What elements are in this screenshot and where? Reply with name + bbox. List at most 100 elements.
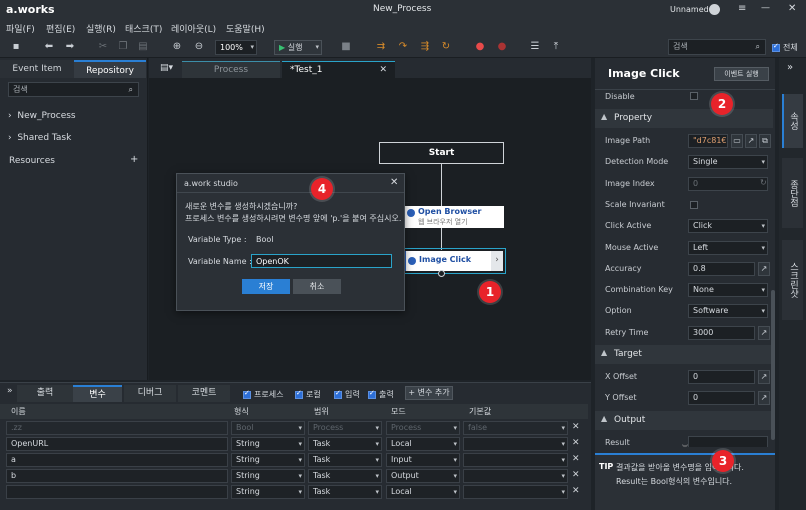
tab-test-1[interactable]: *Test_1 ✕: [282, 61, 395, 78]
dialog-close-icon[interactable]: ✕: [390, 177, 398, 188]
variable-scope-cell[interactable]: Process ▾: [308, 421, 382, 435]
undo-icon[interactable]: ⬅: [43, 41, 55, 53]
app-menu-icon[interactable]: ≡: [738, 3, 746, 14]
close-window-icon[interactable]: ✕: [788, 3, 796, 14]
minimize-icon[interactable]: —: [761, 3, 770, 13]
variable-name-cell[interactable]: OpenURL: [6, 437, 228, 451]
paste-icon[interactable]: ▤: [137, 41, 149, 53]
variable-name-cell[interactable]: [6, 485, 228, 499]
variable-scope-cell[interactable]: Task ▾: [308, 437, 382, 451]
prop-value-input[interactable]: Single ▾: [688, 155, 768, 170]
delete-variable-icon[interactable]: ✕: [572, 438, 580, 448]
properties-scrollbar[interactable]: [771, 290, 775, 440]
variable-default-cell[interactable]: ▾: [463, 469, 568, 483]
menu-task[interactable]: 태스크(T): [125, 22, 162, 35]
variable-type-cell[interactable]: String ▾: [231, 469, 305, 483]
save-icon[interactable]: ▪: [10, 41, 22, 53]
prop-value-input[interactable]: Left ▾: [688, 240, 768, 255]
disable-checkbox[interactable]: [690, 92, 698, 100]
variable-default-cell[interactable]: false ▾: [463, 421, 568, 435]
user-name[interactable]: Unnamed: [670, 5, 709, 14]
variable-mode-cell[interactable]: Local ▾: [386, 485, 460, 499]
prop-value-input[interactable]: 0.8: [688, 261, 755, 276]
variable-link-icon[interactable]: ↗: [758, 391, 770, 405]
remove-breakpoint-icon[interactable]: ●: [496, 41, 508, 53]
variable-link-icon[interactable]: ↗: [758, 370, 770, 384]
variable-name-input[interactable]: OpenOK: [251, 254, 392, 268]
global-search-input[interactable]: 검색 ⌕: [668, 39, 766, 55]
side-tab-screenshot[interactable]: 스크린샷: [782, 240, 803, 320]
open-browser-node[interactable]: Open Browser 웹 브라우저 열기: [402, 206, 504, 228]
run-event-button[interactable]: 이벤트 실행: [714, 67, 769, 81]
step-out-icon[interactable]: ⇶: [419, 41, 431, 53]
variable-name-cell[interactable]: .zz: [6, 421, 228, 435]
filter-input[interactable]: 입력: [334, 389, 360, 400]
zoom-out-icon[interactable]: ⊖: [193, 41, 205, 53]
tree-item-shared-task[interactable]: › Shared Task: [8, 133, 71, 143]
zoom-in-icon[interactable]: ⊕: [171, 41, 183, 53]
menu-edit[interactable]: 편집(E): [46, 22, 75, 35]
cut-icon[interactable]: ✂: [97, 41, 109, 53]
resize-handle-icon[interactable]: ︾: [595, 446, 775, 452]
tab-event-item[interactable]: Event Item: [0, 60, 74, 78]
zoom-select[interactable]: 100% ▾: [215, 40, 257, 55]
tab-process[interactable]: Process: [182, 61, 280, 78]
variable-type-cell[interactable]: Bool ▾: [231, 421, 305, 435]
delete-variable-icon[interactable]: ✕: [572, 470, 580, 480]
copy-icon[interactable]: ❐: [117, 41, 129, 53]
variable-scope-cell[interactable]: Task ▾: [308, 485, 382, 499]
start-node[interactable]: Start: [379, 142, 504, 164]
section-output[interactable]: ▲ Output: [595, 411, 773, 430]
variable-scope-cell[interactable]: Task ▾: [308, 453, 382, 467]
variable-type-cell[interactable]: String ▾: [231, 485, 305, 499]
repository-search-input[interactable]: 검색 ⌕: [8, 82, 139, 97]
prop-value-input[interactable]: 0: [688, 176, 768, 191]
target-value-input[interactable]: 0: [688, 391, 755, 405]
align-icon[interactable]: ☰: [529, 41, 541, 53]
connection-port[interactable]: [438, 270, 445, 277]
prop-value-input[interactable]: "d7c81€: [688, 134, 728, 148]
prop-value-input[interactable]: Click ▾: [688, 219, 768, 234]
variable-default-cell[interactable]: ▾: [463, 437, 568, 451]
menu-run[interactable]: 실행(R): [86, 22, 116, 35]
tab-debug[interactable]: 디버그: [124, 385, 176, 402]
filter-local[interactable]: 로컬: [295, 389, 321, 400]
variable-scope-cell[interactable]: Task ▾: [308, 469, 382, 483]
delete-variable-icon[interactable]: ✕: [572, 454, 580, 464]
variable-type-cell[interactable]: String ▾: [231, 437, 305, 451]
delete-variable-icon[interactable]: ✕: [572, 486, 580, 496]
copy-path-icon[interactable]: ⧉: [759, 134, 771, 148]
variable-mode-cell[interactable]: Local ▾: [386, 437, 460, 451]
open-external-icon[interactable]: ↗: [745, 134, 757, 148]
menu-layout[interactable]: 레이아웃(L): [171, 22, 216, 35]
variable-default-cell[interactable]: ▾: [463, 485, 568, 499]
tab-comment[interactable]: 코멘트: [178, 385, 230, 402]
add-variable-button[interactable]: + 변수 추가: [405, 386, 453, 400]
variable-mode-cell[interactable]: Process ▾: [386, 421, 460, 435]
run-button[interactable]: ▶ 실행 ▾: [274, 40, 322, 55]
step-over-icon[interactable]: ⇉: [375, 41, 387, 53]
redo-icon[interactable]: ➡: [64, 41, 76, 53]
collapse-panel-icon[interactable]: »: [7, 386, 13, 396]
reset-icon[interactable]: ↻: [760, 178, 767, 187]
variable-type-cell[interactable]: String ▾: [231, 453, 305, 467]
variable-name-cell[interactable]: a: [6, 453, 228, 467]
menu-file[interactable]: 파일(F): [6, 22, 35, 35]
prop-checkbox[interactable]: [690, 200, 698, 209]
section-target[interactable]: ▲ Target: [595, 345, 773, 364]
variable-mode-cell[interactable]: Output ▾: [386, 469, 460, 483]
tab-output[interactable]: 출력: [17, 385, 73, 402]
expand-chevron-icon[interactable]: ›: [491, 251, 503, 271]
collapse-sidebar-icon[interactable]: »: [787, 62, 793, 73]
filter-output[interactable]: 출력: [368, 389, 394, 400]
cancel-button[interactable]: 취소: [293, 279, 341, 294]
tree-item-new-process[interactable]: › New_Process: [8, 111, 76, 121]
prop-value-input[interactable]: Software ▾: [688, 304, 768, 319]
user-avatar-icon[interactable]: [709, 4, 720, 15]
menu-help[interactable]: 도움말(H): [226, 22, 265, 35]
folder-icon[interactable]: ▭: [731, 134, 743, 148]
target-value-input[interactable]: 0: [688, 370, 755, 384]
side-tab-breakpoints[interactable]: 종단점: [782, 158, 803, 228]
save-button[interactable]: 저장: [242, 279, 290, 294]
variable-default-cell[interactable]: ▾: [463, 453, 568, 467]
